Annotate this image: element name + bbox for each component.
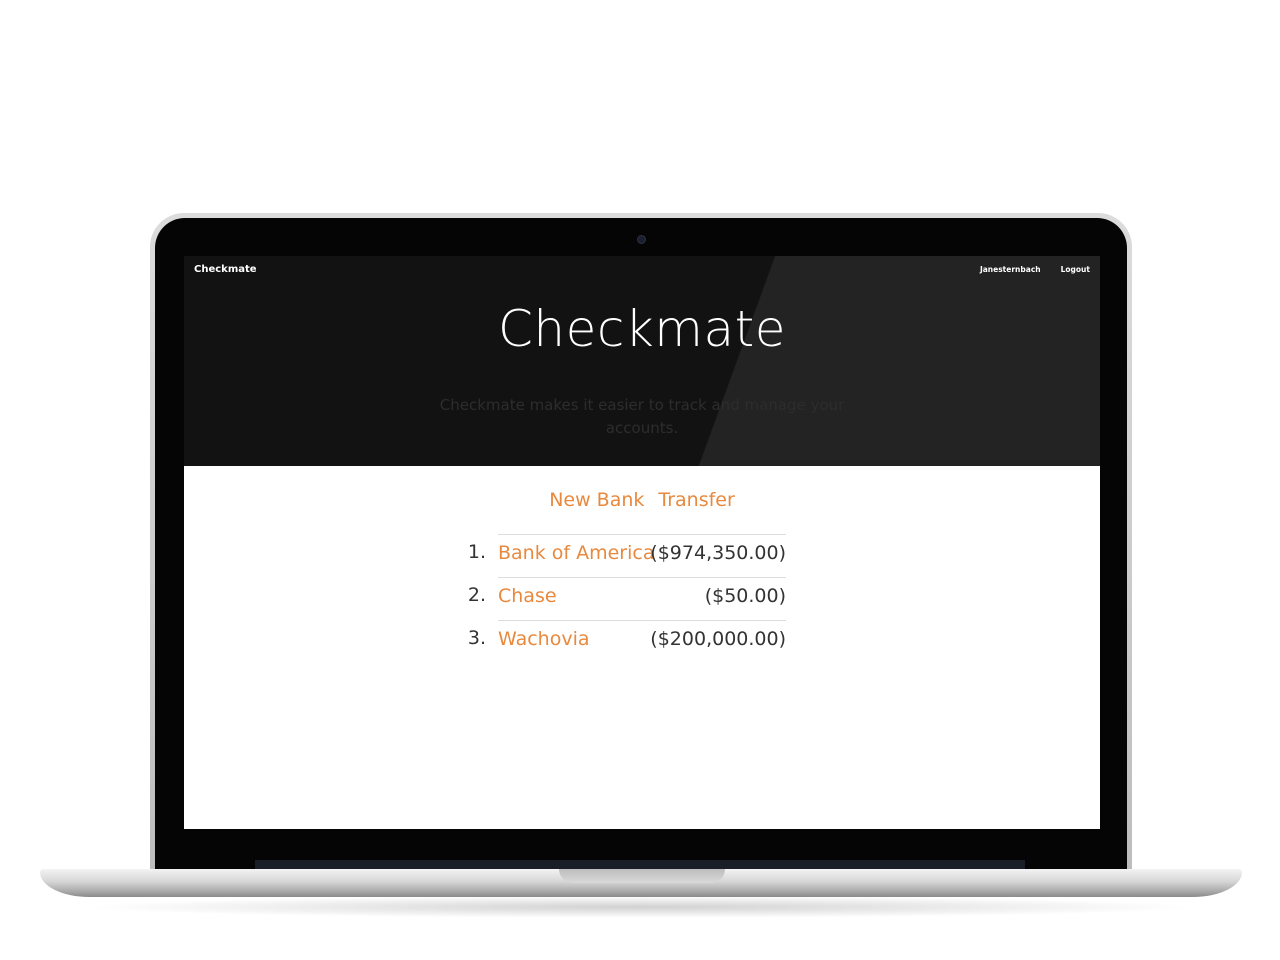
list-item-body: Wachovia ($200,000.00)	[498, 620, 786, 663]
account-balance: ($200,000.00)	[650, 628, 786, 650]
list-item-body: Bank of America ($974,350.00)	[498, 534, 786, 577]
list-item-body: Chase ($50.00)	[498, 577, 786, 620]
bezel-strip	[255, 860, 1025, 869]
nav-brand-link[interactable]: Checkmate	[194, 264, 257, 275]
nav-logout-link[interactable]: Logout	[1061, 265, 1090, 274]
laptop-screen: Checkmate Janesternbach Logout Checkmate…	[184, 256, 1100, 829]
action-links: New Bank Transfer	[184, 489, 1100, 511]
laptop-mockup: Checkmate Janesternbach Logout Checkmate…	[0, 0, 1280, 960]
list-item: 2. Chase ($50.00)	[454, 577, 794, 620]
account-link-bank-of-america[interactable]: Bank of America	[498, 542, 655, 564]
nav-right: Janesternbach Logout	[980, 265, 1090, 274]
list-item-number: 2.	[467, 584, 486, 606]
account-balance: ($50.00)	[704, 585, 786, 607]
nav-username-link[interactable]: Janesternbach	[980, 265, 1041, 274]
account-list: 1. Bank of America ($974,350.00) 2. Chas…	[454, 534, 794, 663]
list-item: 1. Bank of America ($974,350.00)	[454, 534, 794, 577]
list-item-number: 1.	[467, 541, 486, 563]
account-link-chase[interactable]: Chase	[498, 585, 557, 607]
transfer-link[interactable]: Transfer	[658, 489, 734, 511]
page-subtitle: Checkmate makes it easier to track and m…	[439, 396, 845, 437]
account-balance: ($974,350.00)	[650, 542, 786, 564]
webcam-icon	[637, 235, 646, 244]
laptop-notch	[559, 869, 725, 883]
list-item: 3. Wachovia ($200,000.00)	[454, 620, 794, 663]
hero-banner: Checkmate Janesternbach Logout Checkmate…	[184, 256, 1100, 466]
list-item-number: 3.	[467, 627, 486, 649]
account-link-wachovia[interactable]: Wachovia	[498, 628, 590, 650]
new-bank-link[interactable]: New Bank	[549, 489, 644, 511]
page-title: Checkmate	[497, 300, 787, 358]
laptop-shadow	[80, 896, 1200, 918]
